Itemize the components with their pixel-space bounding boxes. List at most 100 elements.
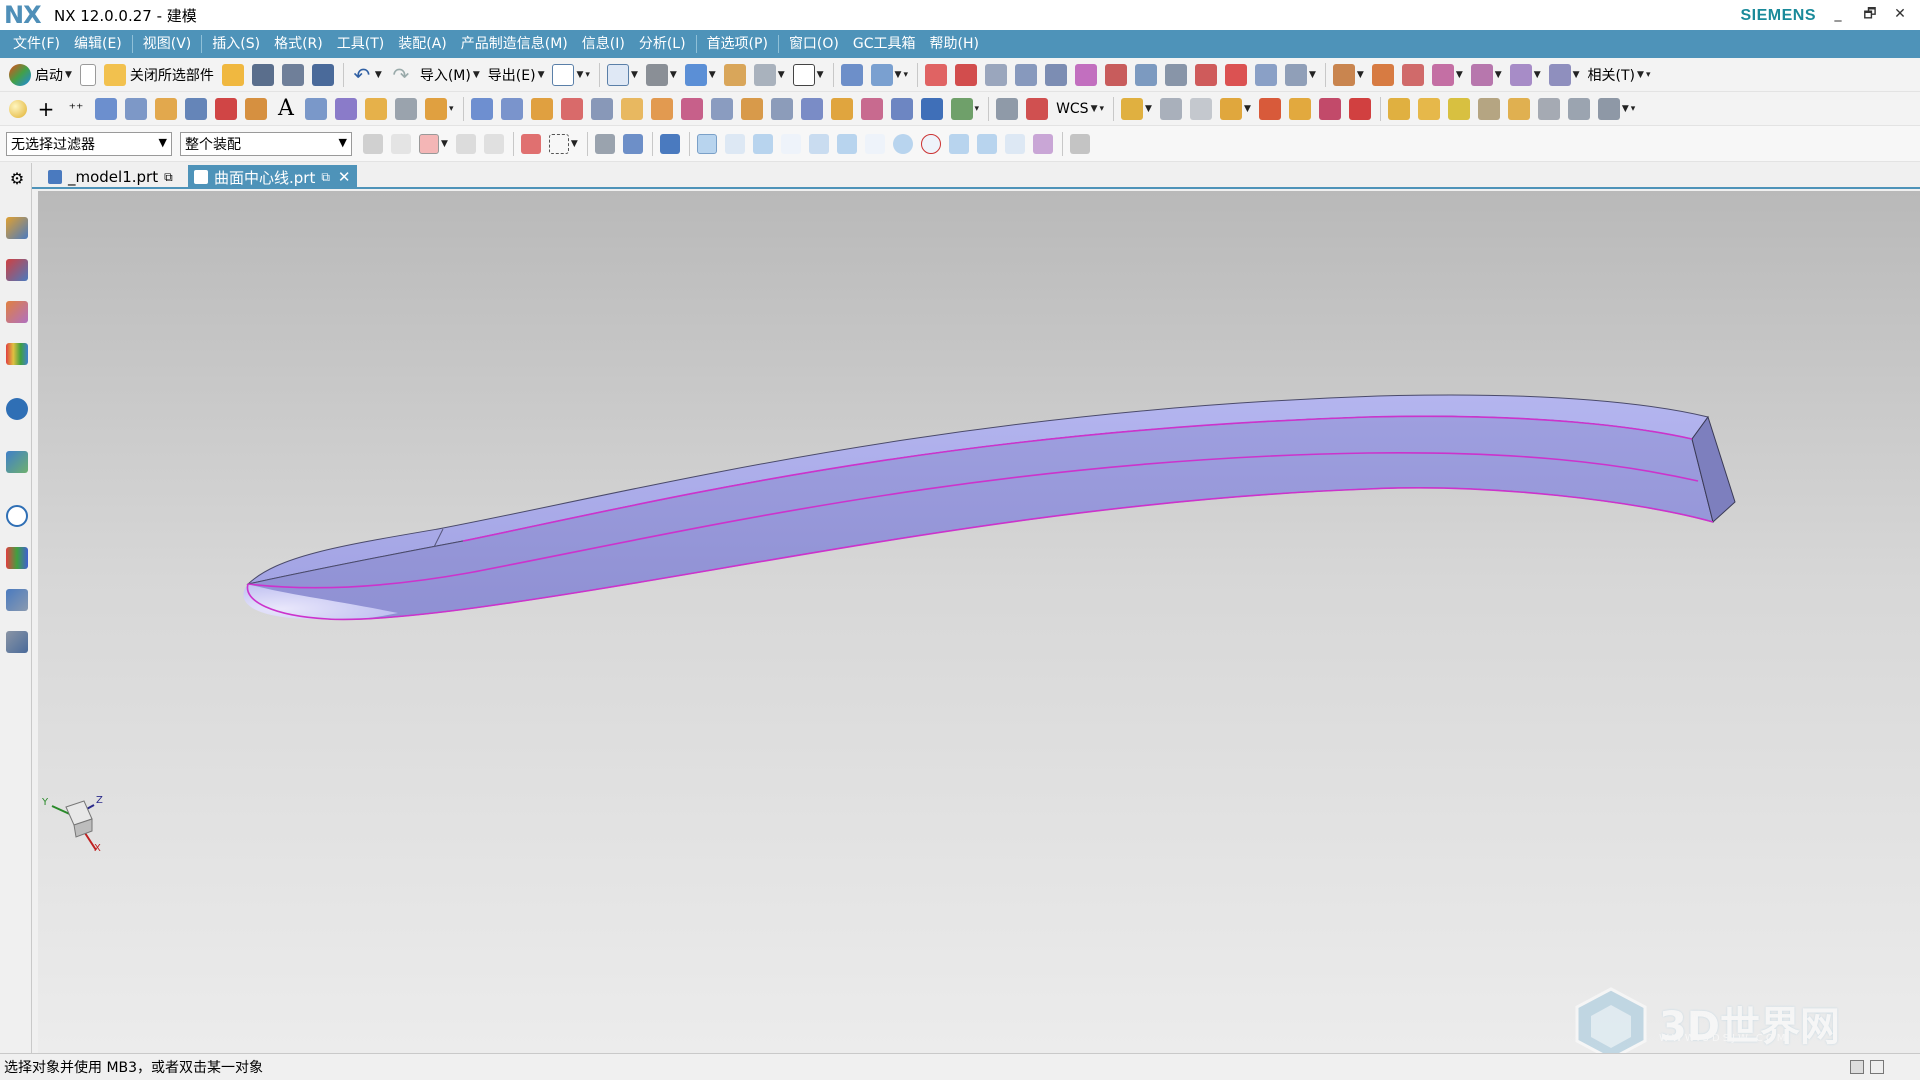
surface-tool-8[interactable] (678, 95, 706, 123)
csys-button[interactable] (993, 95, 1021, 123)
gc-tool-9[interactable] (1385, 95, 1413, 123)
select-tool-6[interactable] (518, 130, 544, 158)
assembly-tool-5[interactable]: ▼ (1468, 61, 1505, 89)
menu-preferences[interactable]: 首选项(P) (700, 30, 775, 58)
close-tab-icon[interactable]: ✕ (338, 168, 351, 186)
menu-assembly[interactable]: 装配(A) (391, 30, 454, 58)
surface-tool-17[interactable]: ▾ (948, 95, 983, 123)
surface-tool-3[interactable] (528, 95, 556, 123)
wcs-button[interactable]: WCS ▼ ▾ (1053, 95, 1107, 123)
surface-tool-4[interactable] (558, 95, 586, 123)
mirror-button[interactable] (362, 95, 390, 123)
extrude-button[interactable] (182, 95, 210, 123)
window-layout-button[interactable]: ▼ ▾ (549, 61, 592, 89)
curve-tool-5[interactable] (1042, 61, 1070, 89)
snap-button[interactable] (838, 61, 866, 89)
surface-tool-12[interactable] (798, 95, 826, 123)
export-button[interactable]: 导出(E) ▼ (485, 61, 548, 89)
info-icon[interactable] (6, 398, 28, 420)
select-tool-2[interactable] (388, 130, 414, 158)
background-button[interactable]: ▼ (790, 61, 827, 89)
curve-tool-2[interactable] (952, 61, 980, 89)
section-button[interactable]: ▼ (751, 61, 788, 89)
menu-format[interactable]: 格式(R) (267, 30, 330, 58)
select-tool-7[interactable]: ▼ (546, 130, 581, 158)
close-selected-parts-button[interactable]: 关闭所选部件 (101, 61, 217, 89)
text-button[interactable]: A (272, 95, 300, 123)
select-tool-1[interactable] (360, 130, 386, 158)
surface-tool-2[interactable] (498, 95, 526, 123)
snap-endpoint[interactable] (694, 130, 720, 158)
select-tool-9[interactable] (620, 130, 646, 158)
tab-surface-centerline[interactable]: 曲面中心线.prt ⧉ ✕ (188, 165, 357, 189)
close-window-button[interactable]: ✕ (1888, 4, 1912, 24)
restore-button[interactable]: 🗗 (1858, 4, 1882, 24)
curve-tool-3[interactable] (982, 61, 1010, 89)
open-button[interactable] (219, 61, 247, 89)
assembly-tool-1[interactable]: ▼ (1330, 61, 1367, 89)
assembly-tool-6[interactable]: ▼ (1507, 61, 1544, 89)
gc-tool-4[interactable]: ▼ (1217, 95, 1254, 123)
gc-tool-12[interactable] (1475, 95, 1503, 123)
selection-filter-select[interactable]: 无选择过滤器 ▼ (6, 131, 172, 156)
select-tool-8[interactable] (592, 130, 618, 158)
snap-point[interactable] (946, 130, 972, 158)
gc-tool-11[interactable] (1445, 95, 1473, 123)
curve-tool-4[interactable] (1012, 61, 1040, 89)
snap-bounded[interactable] (1030, 130, 1056, 158)
surface-tool-6[interactable] (618, 95, 646, 123)
datum-csys-button[interactable] (92, 95, 120, 123)
curve-tool-13[interactable]: ▼ (1282, 61, 1319, 89)
gc-tool-14[interactable] (1535, 95, 1563, 123)
snap-on-curve[interactable] (974, 130, 1000, 158)
menu-gc-toolbox[interactable]: GC工具箱 (846, 30, 923, 58)
new-button[interactable] (77, 61, 99, 89)
menu-tools[interactable]: 工具(T) (330, 30, 391, 58)
gc-tool-13[interactable] (1505, 95, 1533, 123)
assembly-tool-7[interactable]: ▼ (1546, 61, 1583, 89)
surface-tool-1[interactable] (468, 95, 496, 123)
assembly-navigator-icon[interactable] (6, 259, 28, 281)
surface-tool-10[interactable] (738, 95, 766, 123)
hole-button[interactable] (242, 95, 270, 123)
curve-tool-1[interactable] (922, 61, 950, 89)
start-button[interactable]: 启动 ▼ (6, 61, 75, 89)
menu-insert[interactable]: 插入(S) (205, 30, 267, 58)
menu-analysis[interactable]: 分析(L) (632, 30, 693, 58)
surface-tool-11[interactable] (768, 95, 796, 123)
select-tool-5[interactable] (481, 130, 507, 158)
cylinder-button[interactable] (152, 95, 180, 123)
menu-help[interactable]: 帮助(H) (923, 30, 986, 58)
gc-tool-3[interactable] (1187, 95, 1215, 123)
select-tool-4[interactable] (453, 130, 479, 158)
snap-spline[interactable] (806, 130, 832, 158)
redo-button[interactable]: ↷ (387, 61, 415, 89)
curve-tool-7[interactable] (1102, 61, 1130, 89)
block-button[interactable] (122, 95, 150, 123)
process-studio-icon[interactable] (6, 589, 28, 611)
surface-tool-5[interactable] (588, 95, 616, 123)
gc-tool-15[interactable] (1565, 95, 1593, 123)
gc-tool-8[interactable] (1346, 95, 1374, 123)
web-browser-icon[interactable] (6, 451, 28, 473)
assembly-tool-4[interactable]: ▼ (1429, 61, 1466, 89)
status-window-icon[interactable] (1870, 1060, 1884, 1074)
snap-line[interactable] (722, 130, 748, 158)
snap-wave[interactable] (834, 130, 860, 158)
surface-tool-14[interactable] (858, 95, 886, 123)
sphere-button[interactable] (6, 95, 30, 123)
menu-edit[interactable]: 编辑(E) (67, 30, 129, 58)
menu-view[interactable]: 视图(V) (136, 30, 199, 58)
menu-info[interactable]: 信息(I) (575, 30, 632, 58)
view-triad[interactable] (51, 800, 97, 851)
tab-model1[interactable]: _model1.prt ⧉ (42, 165, 179, 189)
snap-quadrant[interactable] (918, 130, 944, 158)
menu-pmi[interactable]: 产品制造信息(M) (454, 30, 575, 58)
curve-tool-9[interactable] (1162, 61, 1190, 89)
curve-tool-8[interactable] (1132, 61, 1160, 89)
face-button[interactable] (302, 95, 330, 123)
curve-tool-12[interactable] (1252, 61, 1280, 89)
graphics-window[interactable]: Y Z X (38, 191, 1920, 1053)
snap-face[interactable] (1002, 130, 1028, 158)
menu-file[interactable]: 文件(F) (6, 30, 67, 58)
